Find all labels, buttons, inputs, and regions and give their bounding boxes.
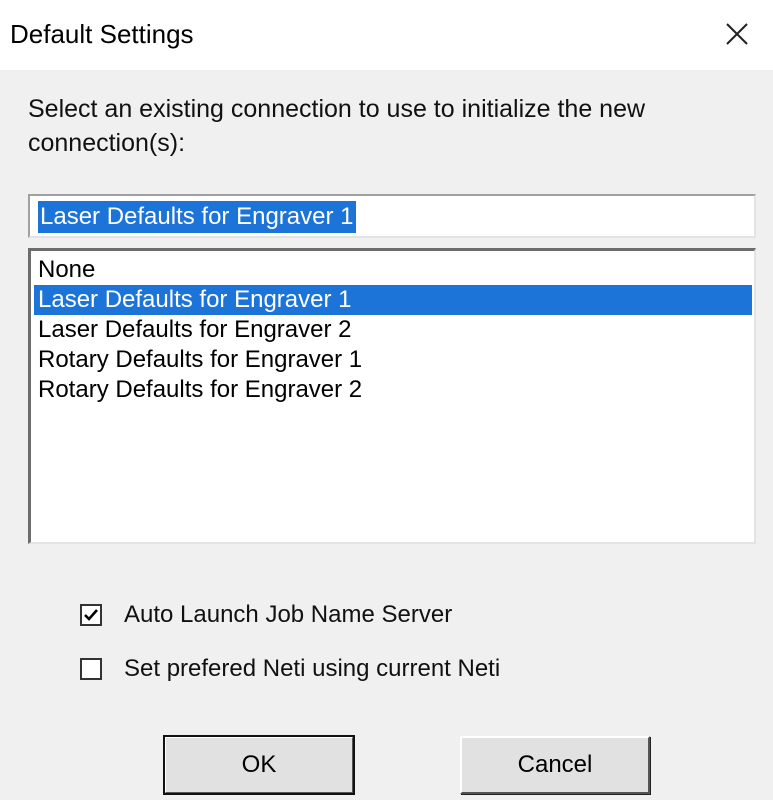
list-item-rotary-engraver-2[interactable]: Rotary Defaults for Engraver 2 [34,375,752,405]
list-item-laser-engraver-2[interactable]: Laser Defaults for Engraver 2 [34,315,752,345]
list-item-laser-engraver-1[interactable]: Laser Defaults for Engraver 1 [34,285,752,315]
auto-launch-option[interactable]: Auto Launch Job Name Server [80,598,452,632]
auto-launch-label: Auto Launch Job Name Server [124,601,453,628]
ok-button[interactable]: OK [163,735,355,795]
connection-listbox[interactable]: None Laser Defaults for Engraver 1 Laser… [28,248,756,544]
set-neti-label: Set prefered Neti using current Neti [124,655,501,682]
list-item-rotary-engraver-1[interactable]: Rotary Defaults for Engraver 1 [34,345,752,375]
default-settings-dialog: Default Settings Select an existing conn… [0,0,773,800]
instruction-text: Select an existing connection to use to … [28,95,646,157]
set-neti-checkbox[interactable] [80,658,102,680]
dialog-title: Default Settings [10,19,194,49]
checkmark-icon [84,609,98,621]
auto-launch-checkbox[interactable] [80,604,102,626]
selected-connection-field[interactable]: Laser Defaults for Engraver 1 [28,194,756,238]
selected-connection-value: Laser Defaults for Engraver 1 [38,201,356,233]
close-icon [726,23,748,45]
close-button[interactable] [712,10,762,58]
set-neti-option[interactable]: Set prefered Neti using current Neti [80,652,500,686]
list-item-none[interactable]: None [34,255,752,285]
title-bar: Default Settings [0,0,773,70]
cancel-button[interactable]: Cancel [460,736,650,794]
